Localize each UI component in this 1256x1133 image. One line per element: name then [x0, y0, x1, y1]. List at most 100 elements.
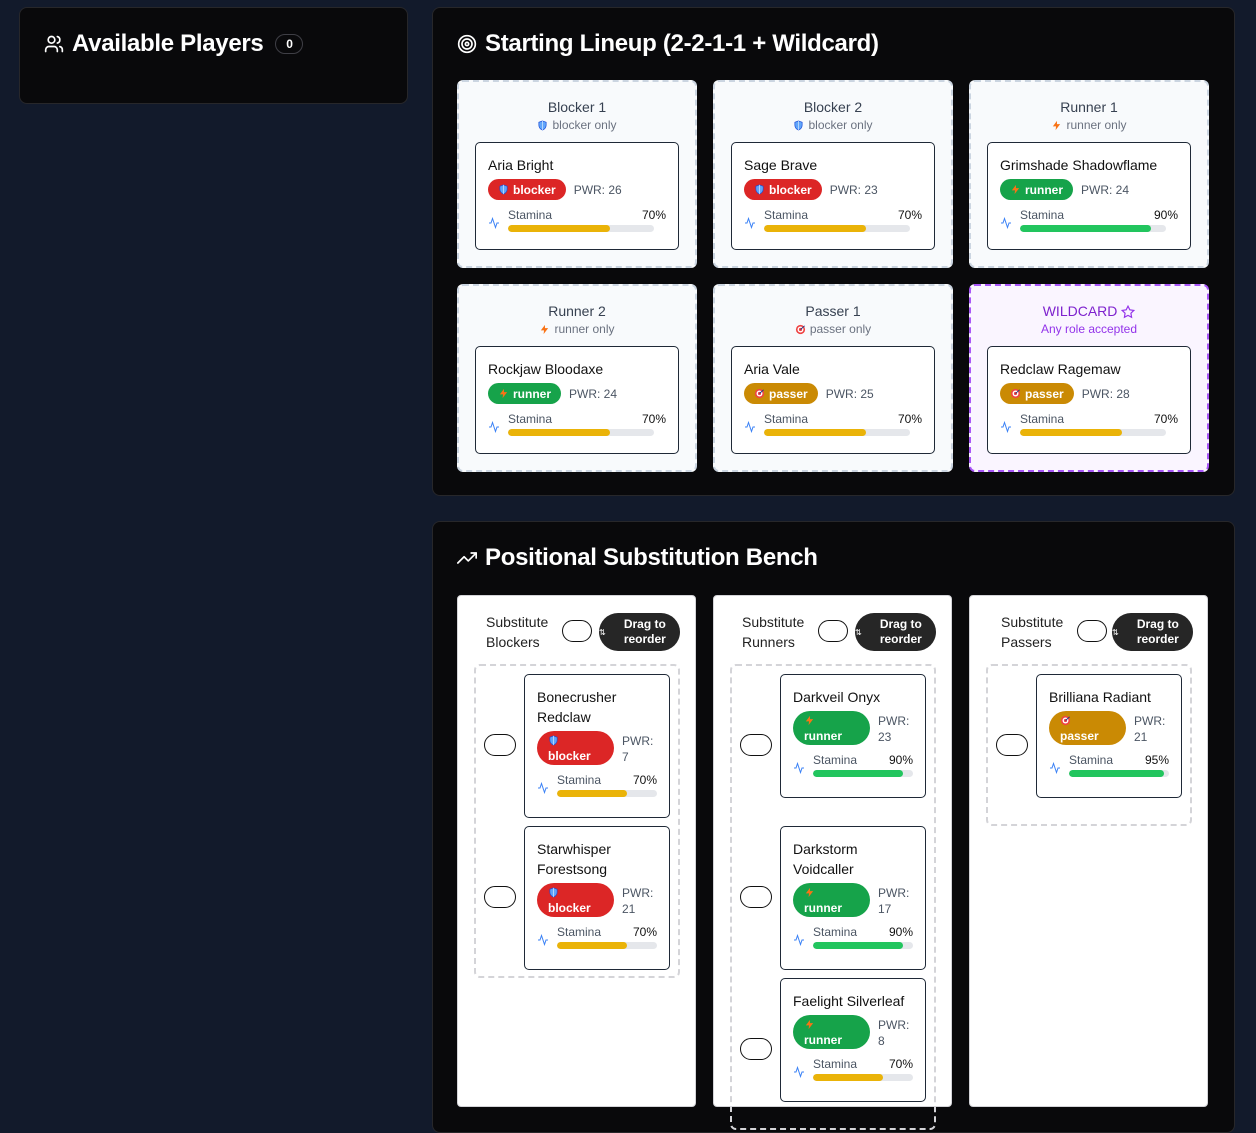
- bench-column: Substitute Blockers ⇅ Drag to reorder Bonec…: [457, 595, 696, 1107]
- drag-to-reorder-button[interactable]: ⇅ Drag to reorder: [1112, 613, 1193, 651]
- stamina-row: Stamina 70%: [744, 412, 922, 436]
- role-icon-wrap: [804, 712, 859, 728]
- bench-player-card[interactable]: Faelight Silverleaf runner PWR: 8 Stamina 70%: [780, 978, 926, 1102]
- player-card[interactable]: Aria Bright blocker PWR: 26 Stamina 70%: [475, 142, 679, 250]
- lineup-slot[interactable]: Runner 1 runner only Grimshade Shadowflame…: [969, 80, 1209, 268]
- drag-to-reorder-button[interactable]: ⇅ Drag to reorder: [599, 613, 680, 651]
- player-meta: runner PWR: 24: [1000, 179, 1178, 200]
- bench-player-card[interactable]: Brilliana Radiant passer PWR: 21 Stamina 95%: [1036, 674, 1182, 798]
- available-players-panel: Available Players 0: [19, 7, 408, 104]
- slot-title: Blocker 1: [459, 98, 695, 116]
- stamina-bar-fill: [557, 942, 627, 949]
- power-value: PWR: 24: [1081, 182, 1130, 197]
- shield-icon: [794, 120, 803, 131]
- activity-icon-wrap: [744, 420, 756, 438]
- player-meta: runner PWR: 8: [793, 1015, 913, 1049]
- slot-sub-text: passer only: [809, 322, 872, 336]
- bench-player-card[interactable]: Darkveil Onyx runner PWR: 23 Stamina 90%: [780, 674, 926, 798]
- lineup-slot[interactable]: Blocker 1 blocker only Aria Bright blocker P…: [457, 80, 697, 268]
- stamina-bar: [508, 429, 654, 436]
- bench-toggle[interactable]: [818, 620, 848, 642]
- slot-title-text: WILDCARD: [1042, 303, 1118, 319]
- slot-header: Passer 1 passer only: [715, 286, 951, 338]
- bench-drop-zone[interactable]: Bonecrusher Redclaw blocker PWR: 7 Stamina 70…: [474, 664, 680, 978]
- role-badge: runner: [793, 883, 870, 917]
- power: PWR: 21: [1134, 713, 1165, 745]
- power-label: PWR:: [622, 734, 654, 748]
- role-icon-wrap: [1051, 116, 1062, 134]
- player-card[interactable]: Grimshade Shadowflame runner PWR: 24 Stamin…: [987, 142, 1191, 250]
- drag-to-reorder-button[interactable]: ⇅ Drag to reorder: [855, 613, 936, 651]
- slot-role-restriction: runner only: [1051, 116, 1127, 134]
- stamina-bar: [508, 225, 654, 232]
- role-badge-label: passer: [769, 386, 808, 401]
- lineup-slot[interactable]: Passer 1 passer only Aria Vale passer PWR: 2…: [713, 284, 953, 472]
- stamina-bar-fill: [813, 770, 903, 777]
- bench-drop-zone[interactable]: Darkveil Onyx runner PWR: 23 Stamina 90% Darks…: [730, 664, 936, 1130]
- slot-header: Blocker 2 blocker only: [715, 82, 951, 134]
- stamina-label: Stamina: [557, 925, 602, 939]
- slot-title: Blocker 2: [715, 98, 951, 116]
- slot-title: Passer 1: [715, 302, 951, 320]
- drag-handle[interactable]: [484, 886, 516, 908]
- stamina-bar: [1069, 770, 1169, 777]
- drag-handle[interactable]: [484, 734, 516, 756]
- bench-toggle[interactable]: [1077, 620, 1107, 642]
- power-value: 21: [622, 902, 636, 916]
- player-name: Redclaw Ragemaw: [1000, 361, 1121, 377]
- role-icon-wrap: [539, 320, 550, 338]
- bench-player-card[interactable]: Darkstorm Voidcaller runner PWR: 17 Stamina 9…: [780, 826, 926, 970]
- stamina-row: Stamina 70%: [488, 412, 666, 436]
- bench-player-card[interactable]: Bonecrusher Redclaw blocker PWR: 7 Stamina 70…: [524, 674, 670, 818]
- substitution-bench-title: Positional Substitution Bench: [485, 544, 818, 571]
- power-value: PWR: 28: [1081, 386, 1130, 401]
- activity-icon-wrap: [1049, 761, 1061, 779]
- activity-icon-wrap: [744, 216, 756, 234]
- power-label: PWR:: [878, 886, 910, 900]
- activity-icon: [1050, 761, 1060, 775]
- bench-player-card[interactable]: Starwhisper Forestsong blocker PWR: 21 Stami…: [524, 826, 670, 970]
- stamina-bar-fill: [1020, 225, 1152, 232]
- bench-drop-zone[interactable]: Brilliana Radiant passer PWR: 21 Stamina 95%: [986, 664, 1192, 826]
- slot-title-text: Blocker 2: [803, 99, 863, 115]
- bench-column-title: Substitute Runners: [742, 614, 805, 650]
- player-card[interactable]: Rockjaw Bloodaxe runner PWR: 24 Stamina 70%: [475, 346, 679, 454]
- activity-icon: [489, 420, 499, 434]
- power-value: PWR: 25: [825, 386, 874, 401]
- activity-icon-wrap: [488, 216, 500, 234]
- sort-arrows-icon: ⇅: [855, 627, 862, 637]
- bench-column: Substitute Runners ⇅ Drag to reorder Darkve…: [713, 595, 952, 1130]
- slot-role-restriction: runner only: [539, 320, 615, 338]
- drag-handle[interactable]: [996, 734, 1028, 756]
- player-card[interactable]: Sage Brave blocker PWR: 23 Stamina 70%: [731, 142, 935, 250]
- slot-header: Runner 2 runner only: [459, 286, 695, 338]
- stamina-bar-fill: [1020, 429, 1123, 436]
- activity-icon: [489, 216, 499, 230]
- slot-role-restriction: Any role accepted: [1041, 320, 1137, 338]
- lineup-slot[interactable]: Runner 2 runner only Rockjaw Bloodaxe runne…: [457, 284, 697, 472]
- bench-toggle[interactable]: [562, 620, 592, 642]
- power-value: PWR: 24: [569, 386, 618, 401]
- player-card[interactable]: Aria Vale passer PWR: 25 Stamina 70%: [731, 346, 935, 454]
- stamina-bar: [813, 942, 913, 949]
- slot-title: WILDCARD: [971, 302, 1207, 320]
- stamina-label: Stamina: [813, 753, 858, 767]
- lineup-slot[interactable]: Blocker 2 blocker only Sage Brave blocker PW…: [713, 80, 953, 268]
- stamina-bar: [813, 1074, 913, 1081]
- role-badge: blocker: [537, 883, 614, 917]
- player-card[interactable]: Redclaw Ragemaw passer PWR: 28 Stamina 70%: [987, 346, 1191, 454]
- stamina-value: 70%: [1153, 412, 1178, 426]
- role-badge-label: blocker: [548, 749, 591, 763]
- target-icon: [1060, 716, 1071, 726]
- drag-handle[interactable]: [740, 734, 772, 756]
- wildcard-slot[interactable]: WILDCARD Any role accepted Redclaw Ragema…: [969, 284, 1209, 472]
- drag-to-reorder-label: Drag to reorder: [1136, 617, 1179, 646]
- slot-header: Blocker 1 blocker only: [459, 82, 695, 134]
- drag-handle[interactable]: [740, 886, 772, 908]
- activity-icon-wrap: [488, 420, 500, 438]
- stamina-bar-fill: [1069, 770, 1164, 777]
- role-badge: runner: [488, 383, 562, 404]
- stamina-bar-fill: [508, 225, 611, 232]
- stamina-bar: [557, 942, 657, 949]
- drag-handle[interactable]: [740, 1038, 772, 1060]
